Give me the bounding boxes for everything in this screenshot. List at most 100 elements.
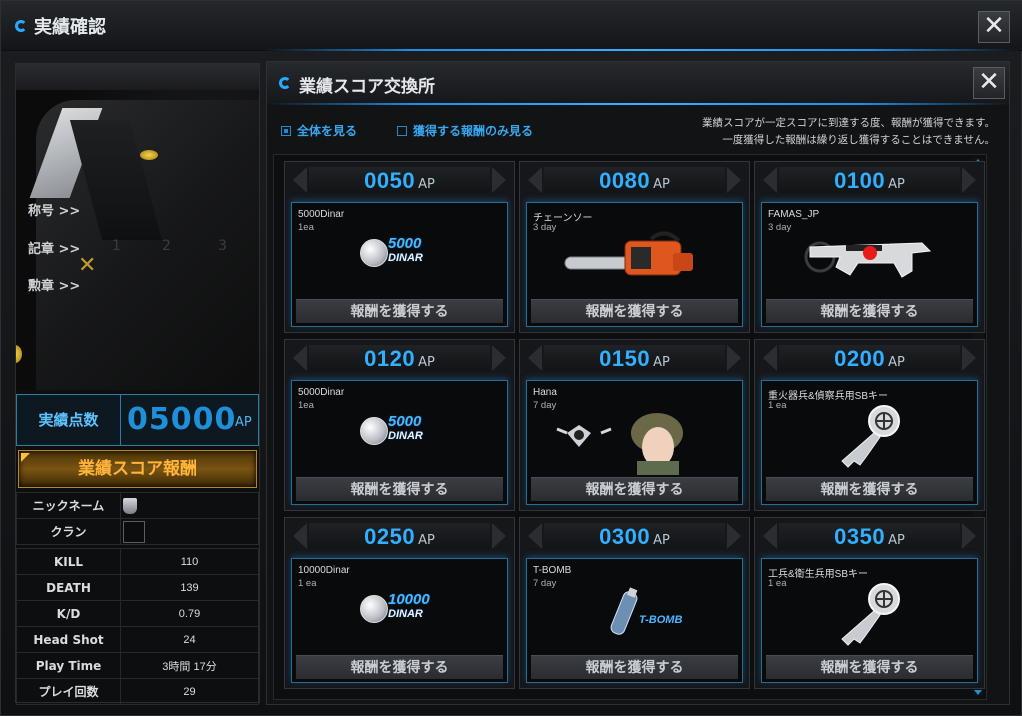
sb-key-graphic <box>841 583 900 646</box>
nickname-label: ニックネーム <box>16 492 121 519</box>
ring-icon <box>15 20 27 32</box>
badge-slot-2[interactable]: 2 <box>162 238 171 254</box>
badge-slot-3[interactable]: 3 <box>218 238 227 254</box>
reward-cost-unit: AP <box>888 355 905 370</box>
reward-cost: 0350 AP <box>757 524 982 550</box>
reward-cost-value: 0120 <box>364 346 416 371</box>
scroll-down-icon[interactable] <box>974 690 982 695</box>
reward-cost-header: 0080 AP <box>522 164 747 200</box>
reward-cost-value: 0150 <box>599 346 651 371</box>
reward-cost-header: 0250 AP <box>287 520 512 556</box>
reward-cost: 0050 AP <box>287 168 512 194</box>
claim-reward-button[interactable]: 報酬を獲得する <box>296 477 503 501</box>
reward-item-box: 工兵&衛生兵用SBキー 1 ea 報酬を獲得する <box>761 558 978 683</box>
stat-value: 0.79 <box>120 600 259 627</box>
reward-item-box: T-BOMB 7 day T-BOMB 報酬を獲得する <box>526 558 743 683</box>
stat-value: 139 <box>120 574 259 601</box>
coin-currency: DINAR <box>388 252 423 264</box>
stat-label: プレイ回数 <box>16 678 121 705</box>
stat-value: 3時間 17分 <box>120 652 259 679</box>
reward-cost-unit: AP <box>418 355 435 370</box>
reward-card: 0150 AP Hana 7 day 報酬を獲得する <box>519 339 750 511</box>
reward-cost-unit: AP <box>888 533 905 548</box>
sb-key-graphic <box>841 405 900 468</box>
claim-reward-button[interactable]: 報酬を獲得する <box>531 655 738 679</box>
coin-amount: 5000 <box>388 413 422 430</box>
reward-cost: 0100 AP <box>757 168 982 194</box>
exchange-close-button[interactable]: ✕ <box>973 67 1005 99</box>
reward-cost-value: 0350 <box>834 524 886 549</box>
reward-grid: 0050 AP 5000Dinar 1ea 5000 DINAR 報酬を獲得する 0… <box>273 154 987 700</box>
rank-emblem-icon <box>123 497 137 514</box>
dinar-coin-icon: 10000 DINAR <box>292 573 507 653</box>
reward-cost-unit: AP <box>653 177 670 192</box>
claim-reward-button[interactable]: 報酬を獲得する <box>766 477 973 501</box>
reward-card: 0350 AP 工兵&衛生兵用SBキー 1 ea 報酬を獲得する <box>754 517 985 689</box>
filter-obtainable-label: 獲得する報酬のみ見る <box>413 124 534 138</box>
stat-label: KILL <box>16 548 121 575</box>
reward-item-box: Hana 7 day 報酬を獲得する <box>526 380 743 505</box>
claim-reward-button[interactable]: 報酬を獲得する <box>531 299 738 323</box>
coin-currency: DINAR <box>388 430 423 442</box>
filter-obtainable-only[interactable]: 獲得する報酬のみ見る <box>397 122 533 139</box>
coin-amount: 10000 <box>388 591 430 608</box>
key-icon <box>762 573 977 653</box>
stat-label: Play Time <box>16 652 121 679</box>
chainsaw-graphic <box>564 231 693 276</box>
title-slot-label[interactable]: 称号 >> <box>28 200 80 219</box>
title-glow-divider <box>261 49 1021 51</box>
table-row: KILL 110 <box>16 548 259 575</box>
exchange-notice: 業績スコアが一定スコアに到達する度、報酬が獲得できます。 一度獲得した報酬は繰り… <box>702 115 995 149</box>
t-bomb-icon: T-BOMB <box>527 573 742 653</box>
score-reward-button[interactable]: 業績スコア報酬 <box>18 450 257 488</box>
reward-card: 0200 AP 重火器兵&偵察兵用SBキー 1 ea 報酬を獲得する <box>754 339 985 511</box>
table-row: クラン <box>16 518 259 545</box>
clan-emblem-icon <box>123 520 145 543</box>
reward-card: 0100 AP FAMAS_JP 3 day 報酬を獲得する <box>754 161 985 333</box>
character-icon <box>527 395 742 475</box>
claim-reward-button[interactable]: 報酬を獲得する <box>296 299 503 323</box>
notice-line: 業績スコアが一定スコアに到達する度、報酬が獲得できます。 <box>702 117 995 129</box>
key-icon <box>762 395 977 475</box>
uniform-button-icon <box>140 150 158 160</box>
medal-slot-label[interactable]: 勲章 >> <box>28 275 80 294</box>
reward-cost-header: 0200 AP <box>757 342 982 378</box>
claim-reward-button[interactable]: 報酬を獲得する <box>766 299 973 323</box>
exchange-titlebar: 業績スコア交換所 ✕ <box>267 62 1009 104</box>
reward-cost-header: 0050 AP <box>287 164 512 200</box>
score-reward-label: 業績スコア報酬 <box>78 459 197 479</box>
reward-cost-value: 0300 <box>599 524 651 549</box>
reward-cost-unit: AP <box>418 533 435 548</box>
reward-cost: 0150 AP <box>522 346 747 372</box>
ring-icon <box>279 77 291 89</box>
corner-accent-icon <box>21 453 30 462</box>
reward-cost: 0080 AP <box>522 168 747 194</box>
table-row: Play Time 3時間 17分 <box>16 652 259 679</box>
profile-header-bar <box>16 64 259 90</box>
notice-line: 一度獲得した報酬は繰り返し獲得することはできません。 <box>722 134 995 146</box>
reward-item-box: 10000Dinar 1 ea 10000 DINAR 報酬を獲得する <box>291 558 508 683</box>
reward-card: 0300 AP T-BOMB 7 day T-BOMB 報酬を獲得する <box>519 517 750 689</box>
profile-panel: ✕ 称号 >> 記章 >> 勲章 >> 1 2 3 実績点数 05000 AP … <box>15 63 260 705</box>
claim-reward-button[interactable]: 報酬を獲得する <box>531 477 738 501</box>
achievement-score-box: 実績点数 05000 AP <box>16 394 259 446</box>
stat-value: 110 <box>120 548 259 575</box>
uniform-button-icon <box>16 345 22 363</box>
window-titlebar: 実績確認 ✕ <box>1 1 1022 51</box>
claim-reward-button[interactable]: 報酬を獲得する <box>766 655 973 679</box>
score-label: 実績点数 <box>17 395 121 445</box>
coin-amount: 5000 <box>388 235 422 252</box>
stat-label: Head Shot <box>16 626 121 653</box>
filter-show-all[interactable]: 全体を見る <box>281 122 357 139</box>
reward-item-box: 重火器兵&偵察兵用SBキー 1 ea 報酬を獲得する <box>761 380 978 505</box>
stat-label: DEATH <box>16 574 121 601</box>
claim-reward-button[interactable]: 報酬を獲得する <box>296 655 503 679</box>
badge-slot-label[interactable]: 記章 >> <box>28 238 80 257</box>
exchange-glow-divider <box>267 103 1009 105</box>
stat-value: 29 <box>120 678 259 705</box>
badge-slot-1[interactable]: 1 <box>112 238 121 254</box>
reward-item-box: チェーンソー 3 day 報酬を獲得する <box>526 202 743 327</box>
reward-cost-unit: AP <box>653 533 670 548</box>
window-close-button[interactable]: ✕ <box>978 11 1010 43</box>
dinar-coin-icon: 5000 DINAR <box>292 395 507 475</box>
